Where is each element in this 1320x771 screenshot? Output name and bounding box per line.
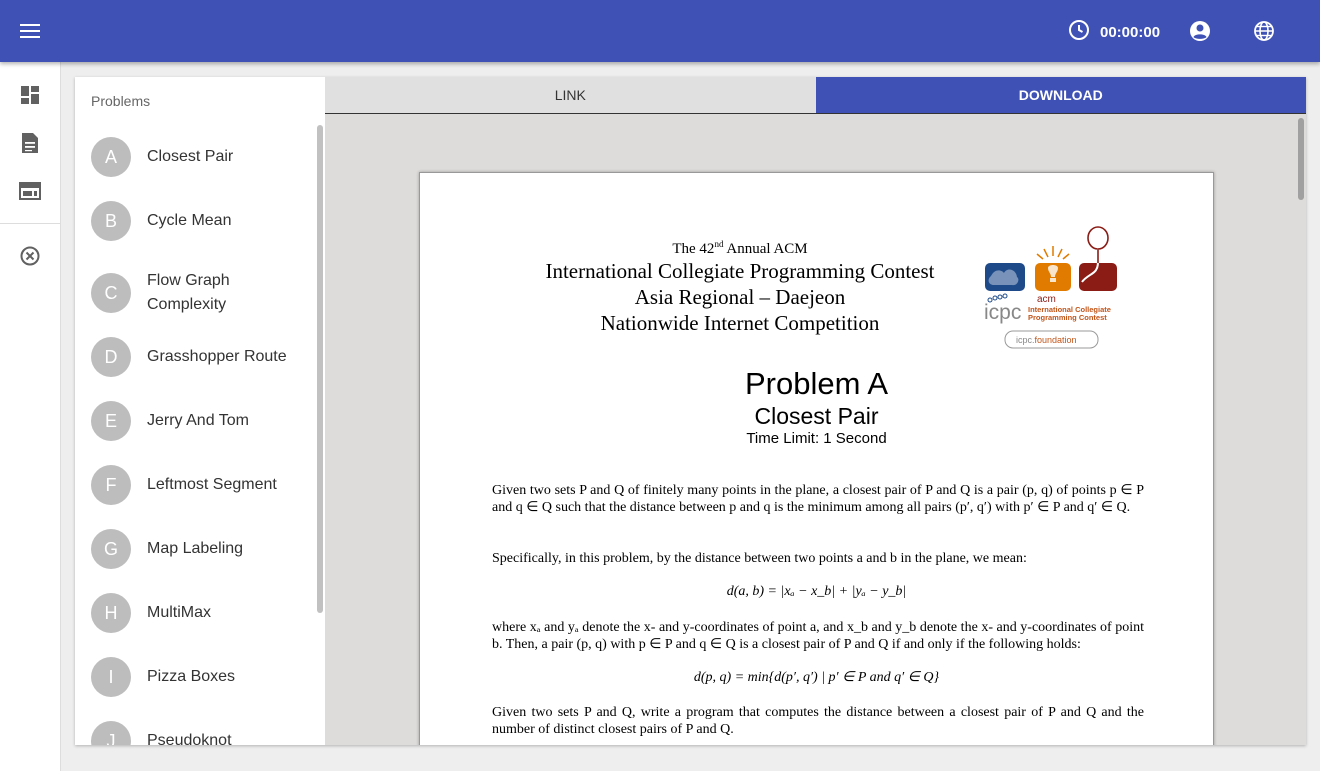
timer-value: 00:00:00: [1100, 23, 1161, 41]
problem-letter-avatar: C: [91, 273, 131, 313]
globe-icon[interactable]: [1250, 17, 1278, 45]
problem-list-item[interactable]: E Jerry And Tom: [75, 389, 315, 453]
problem-list-item[interactable]: B Cycle Mean: [75, 189, 315, 253]
problem-list-item[interactable]: F Leftmost Segment: [75, 453, 315, 517]
problem-title-label: Pizza Boxes: [147, 668, 236, 685]
problem-title-label: Map Labeling: [147, 540, 244, 557]
tab-link[interactable]: LINK: [325, 77, 816, 113]
tab-bar: LINK DOWNLOAD: [325, 77, 1306, 114]
contest-header: The 42nd Annual ACM International Colleg…: [520, 239, 960, 336]
web-icon[interactable]: [16, 177, 44, 205]
problem-title-label: MultiMax: [147, 604, 212, 621]
contest-timer: 00:00:00: [1068, 19, 1160, 45]
top-app-bar: 00:00:00: [0, 0, 1320, 62]
close-circle-icon[interactable]: [16, 242, 44, 270]
header-competition: Nationwide Internet Competition: [600, 311, 880, 335]
viewer-scrollbar[interactable]: [1298, 118, 1304, 200]
problem-list-item[interactable]: D Grasshopper Route: [75, 325, 315, 389]
problem-panel: Problems A Closest Pair B Cycle Mean C Flow G…: [75, 77, 1306, 745]
distance-formula: d(a, b) = |xₐ − x_b| + |yₐ − y_b|: [726, 584, 907, 599]
svg-text:icpc.foundation: icpc.foundation: [1016, 335, 1077, 345]
statement-paragraph-1: Given two sets P and Q of finitely many …: [492, 483, 1144, 515]
svg-text:Programming Contest: Programming Contest: [1028, 313, 1107, 322]
problem-title-label: Cycle Mean: [147, 212, 232, 229]
time-limit: Time Limit: 1 Second: [746, 430, 887, 447]
problem-letter-avatar: F: [91, 465, 131, 505]
svg-text:icpc: icpc: [984, 301, 1021, 324]
pdf-page: The 42nd Annual ACM International Colleg…: [419, 172, 1214, 745]
statement-paragraph-2: Specifically, in this problem, by the di…: [492, 551, 1027, 566]
pdf-viewer[interactable]: The 42nd Annual ACM International Colleg…: [325, 114, 1306, 745]
header-annual: The 42nd Annual ACM: [672, 239, 808, 257]
problem-list-item[interactable]: J Pseudoknot: [75, 709, 315, 745]
problem-list-item[interactable]: H MultiMax: [75, 581, 315, 645]
problem-title-label: Grasshopper Route: [147, 348, 287, 365]
statement-paragraph-4: Given two sets P and Q, write a program …: [492, 705, 1144, 737]
problem-letter-avatar: D: [91, 337, 131, 377]
problem-list-item[interactable]: I Pizza Boxes: [75, 645, 315, 709]
problem-label: Problem A: [744, 366, 888, 401]
problem-letter-avatar: I: [91, 657, 131, 697]
tab-download[interactable]: DOWNLOAD: [815, 77, 1306, 113]
side-navigation-rail: [0, 62, 61, 771]
problem-title-label: Closest Pair: [147, 148, 234, 165]
header-contest-name: International Collegiate Programming Con…: [545, 259, 935, 283]
icpc-logo: acm icpc International Collegiate Progra…: [982, 226, 1122, 351]
problem-letter-avatar: B: [91, 201, 131, 241]
statement-paragraph-3: where xₐ and yₐ denote the x- and y-coor…: [492, 620, 1144, 652]
problem-list-scrollbar[interactable]: [317, 125, 323, 613]
menu-icon[interactable]: [14, 15, 46, 47]
problem-letter-avatar: J: [91, 721, 131, 745]
header-regional: Asia Regional – Daejeon: [634, 285, 846, 309]
problem-letter-avatar: H: [91, 593, 131, 633]
dashboard-icon[interactable]: [16, 81, 44, 109]
problem-list: Problems A Closest Pair B Cycle Mean C Flow G…: [75, 77, 325, 745]
problem-letter-avatar: G: [91, 529, 131, 569]
problem-list-item[interactable]: G Map Labeling: [75, 517, 315, 581]
document-icon[interactable]: [16, 129, 44, 157]
clock-icon: [1068, 19, 1090, 45]
problem-title: Closest Pair: [754, 403, 879, 429]
problem-letter-avatar: E: [91, 401, 131, 441]
problem-letter-avatar: A: [91, 137, 131, 177]
svg-text:acm: acm: [1037, 294, 1056, 305]
closest-pair-formula: d(p, q) = min{d(p′, q′) | p′ ∈ P and q′ …: [693, 670, 940, 685]
account-circle-icon[interactable]: [1186, 17, 1214, 45]
problem-list-item[interactable]: C Flow Graph Complexity: [75, 253, 315, 333]
problem-title-label: Leftmost Segment: [147, 476, 277, 493]
rail-divider: [0, 223, 60, 224]
problem-title-label: Pseudoknot: [147, 732, 232, 745]
problem-title-label: Flow Graph Complexity: [147, 272, 230, 313]
problem-list-item[interactable]: A Closest Pair: [75, 125, 315, 189]
problem-list-header: Problems: [91, 93, 151, 109]
problem-title-label: Jerry And Tom: [147, 412, 249, 429]
